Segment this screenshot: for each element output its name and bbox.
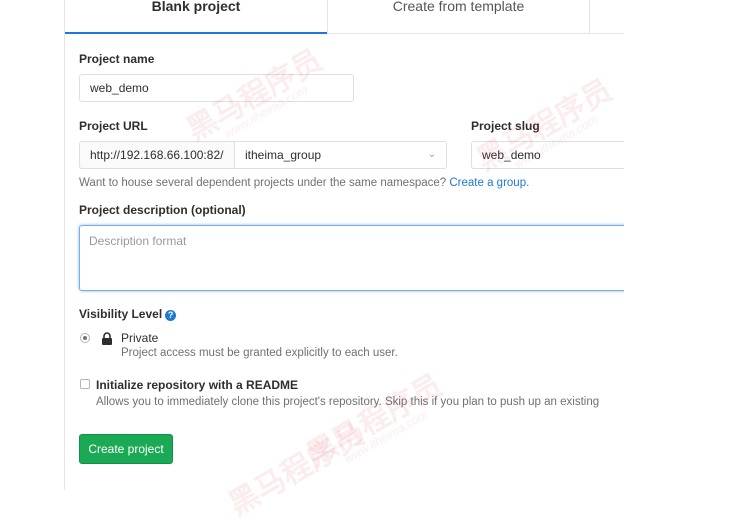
project-url-label: Project URL: [79, 119, 148, 133]
project-slug-input[interactable]: web_demo: [471, 141, 624, 169]
create-group-link[interactable]: Create a group.: [449, 177, 529, 189]
readme-help: Allows you to immediately clone this pro…: [96, 396, 600, 408]
project-slug-label: Project slug: [471, 119, 540, 133]
namespace-value: itheima_group: [245, 148, 322, 162]
create-project-button[interactable]: Create project: [79, 434, 173, 464]
readme-label: Initialize repository with a README: [96, 378, 299, 392]
private-option-label: Private: [121, 331, 159, 345]
namespace-select[interactable]: itheima_group ⌄: [234, 141, 447, 169]
new-project-form: Blank project Create from template Proje…: [64, 0, 624, 490]
tab-divider: [589, 0, 590, 34]
private-option-help: Project access must be granted explicitl…: [121, 347, 398, 359]
chevron-down-icon: ⌄: [427, 149, 436, 160]
tab-create-from-template[interactable]: Create from template: [327, 0, 589, 34]
readme-checkbox[interactable]: [80, 379, 90, 389]
project-name-label: Project name: [79, 52, 155, 66]
question-icon[interactable]: ?: [165, 310, 177, 321]
lock-icon: [102, 332, 112, 345]
project-description-textarea[interactable]: Description format: [79, 225, 624, 291]
project-name-input[interactable]: web_demo: [79, 74, 354, 102]
new-project-page: Blank project Create from template Proje…: [0, 0, 751, 523]
namespace-help-message: Want to house several dependent projects…: [79, 177, 447, 189]
visibility-level-text: Visibility Level: [79, 307, 163, 321]
project-description-label: Project description (optional): [79, 203, 246, 217]
namespace-help-text: Want to house several dependent projects…: [79, 177, 529, 189]
visibility-level-label: Visibility Level?: [79, 307, 177, 321]
private-radio[interactable]: [80, 333, 90, 343]
tab-blank-project[interactable]: Blank project: [65, 0, 327, 34]
project-tabs: Blank project Create from template: [65, 0, 624, 34]
project-url-prefix: http://192.168.66.100:82/: [79, 141, 235, 169]
